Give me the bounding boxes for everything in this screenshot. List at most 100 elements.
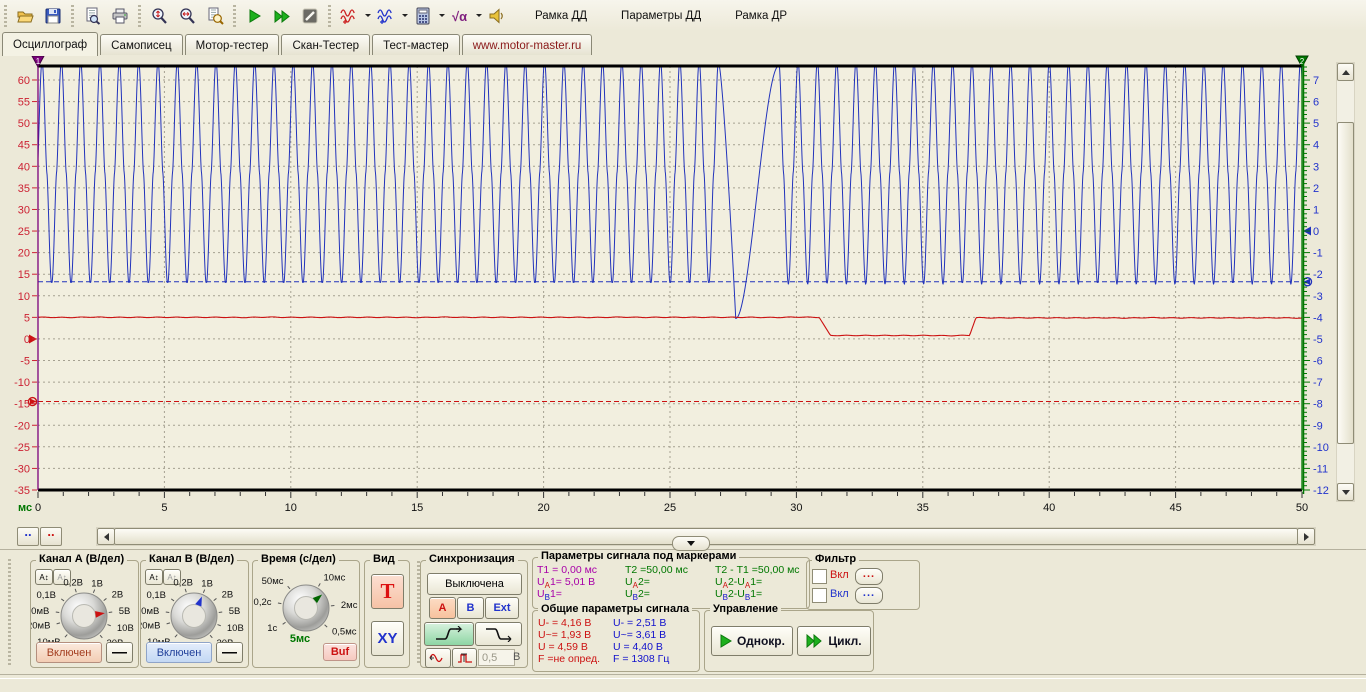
sync-source-b-button[interactable]: В — [457, 597, 484, 619]
tab-www.motor-master.ru[interactable]: www.motor-master.ru — [462, 34, 593, 55]
print-button[interactable] — [107, 3, 133, 29]
ellipsis-icon: ... — [863, 572, 875, 582]
sync-falling-edge-button[interactable] — [475, 622, 522, 646]
tab-мотор-тестер[interactable]: Мотор-тестер — [185, 34, 280, 55]
time-axis-tick-label: 40 — [1043, 502, 1055, 514]
right-axis-tick-label: 1 — [1313, 204, 1319, 216]
knob-scale-label: 0,1В — [146, 590, 166, 601]
cycle-run-button[interactable]: Цикл. — [797, 626, 871, 656]
view-t-button[interactable]: T — [371, 574, 404, 609]
ellipsis-icon: ... — [863, 591, 875, 601]
knob-scale-label: 10мс — [324, 573, 346, 584]
filter-b-checkbox[interactable] — [812, 588, 827, 603]
filter-title: Фильтр — [812, 553, 859, 565]
scroll-up-button[interactable] — [1337, 63, 1354, 81]
right-axis-tick-label: -4 — [1313, 312, 1323, 324]
wave-blue-button[interactable] — [373, 3, 399, 29]
right-axis-ruler: 76543210-1-2-3-4-5-6-7-8-9-10-11-12 — [1304, 62, 1329, 497]
left-axis-tick-label: -25 — [14, 442, 30, 454]
wave-red-dropdown[interactable] — [363, 4, 372, 28]
menu-item-3[interactable]: Рамка ДР — [725, 6, 797, 26]
vertical-scrollbar[interactable] — [1336, 62, 1355, 502]
channel-a-power-button[interactable]: Включен — [36, 642, 102, 663]
left-axis-tick-label: -20 — [14, 420, 30, 432]
play-button[interactable] — [241, 3, 267, 29]
sound-icon — [488, 7, 506, 25]
channel-a-minus-button[interactable]: — — [106, 642, 133, 663]
marker-button-red[interactable]: .. — [40, 527, 62, 546]
print-icon — [111, 7, 129, 25]
right-axis-tick-label: -3 — [1313, 291, 1323, 303]
print-preview-icon — [83, 7, 101, 25]
sync-wave-icon — [429, 652, 447, 664]
calculator-dropdown[interactable] — [437, 4, 446, 28]
view-xy-button[interactable]: XY — [371, 621, 404, 656]
general-param-value-b: U = 4,40 В — [613, 641, 663, 653]
toolbar-separator — [71, 5, 74, 27]
filter-a-checkbox[interactable] — [812, 569, 827, 584]
marker-params-group: Параметры сигнала под маркерами Т1 = 0,0… — [532, 557, 810, 609]
marker-param-value: Т2 - Т1 =50,00 мс — [715, 564, 800, 576]
channel-b-power-button[interactable]: Включен — [146, 642, 212, 663]
save-button[interactable] — [40, 3, 66, 29]
toolbar-grip[interactable] — [4, 5, 7, 27]
menu-item-1[interactable]: Рамка ДД — [525, 6, 597, 26]
zoom-vertical-button[interactable] — [146, 3, 172, 29]
tab-осциллограф[interactable]: Осциллограф — [2, 32, 98, 56]
oscilloscope-plot: 12605550454035302520151050-5-10-15-20-25… — [0, 55, 1366, 548]
vertical-scrollbar-thumb[interactable] — [1337, 122, 1354, 444]
play-icon — [719, 634, 732, 648]
knob-scale-label: 0,1В — [36, 590, 56, 601]
knob-scale-label: 10В — [227, 623, 244, 634]
right-axis-tick-label: 0 — [1313, 226, 1319, 238]
sync-level-input[interactable]: 0,5 — [478, 649, 515, 666]
scroll-right-button[interactable] — [1297, 528, 1315, 545]
sound-button[interactable] — [484, 3, 510, 29]
knob-scale-label: 2мс — [341, 600, 358, 611]
calculator-button[interactable] — [410, 3, 436, 29]
controls-grip[interactable] — [8, 559, 11, 667]
view-title: Вид — [370, 553, 398, 565]
dots-icon: .. — [24, 528, 31, 536]
sync-rising-edge-button[interactable] — [424, 622, 474, 646]
cycle-run-label: Цикл. — [828, 634, 861, 648]
zoom-page-button[interactable] — [202, 3, 228, 29]
sqrt-alpha-dropdown[interactable] — [474, 4, 483, 28]
menu-item-2[interactable]: Параметры ДД — [611, 6, 711, 26]
wave-red-button[interactable] — [336, 3, 362, 29]
tab-самописец[interactable]: Самописец — [100, 34, 183, 55]
open-button[interactable] — [12, 3, 38, 29]
sync-mode-pulse-button[interactable] — [452, 648, 477, 668]
knob-scale-label: 20мВ — [31, 621, 50, 632]
scroll-down-button[interactable] — [1337, 483, 1354, 501]
knob-scale-label: 50мс — [262, 576, 284, 587]
filter-b-settings-button[interactable]: ... — [855, 587, 883, 604]
play-all-button[interactable] — [269, 3, 295, 29]
scroll-left-button[interactable] — [97, 528, 115, 545]
filter-b-label: Вкл — [830, 588, 849, 600]
wave-blue-dropdown[interactable] — [400, 4, 409, 28]
right-axis-tick-label: -5 — [1313, 334, 1323, 346]
tab-скан-тестер[interactable]: Скан-Тестер — [281, 34, 370, 55]
filter-a-label: Вкл — [830, 569, 849, 581]
sync-mode-wave-button[interactable] — [425, 648, 451, 668]
print-preview-button[interactable] — [79, 3, 105, 29]
edit-button[interactable] — [297, 3, 323, 29]
knob-scale-label: 0,2В — [63, 579, 83, 589]
channel-b-minus-button[interactable]: — — [216, 642, 243, 663]
sync-off-button[interactable]: Выключена — [427, 573, 522, 595]
tab-тест-мастер[interactable]: Тест-мастер — [372, 34, 460, 55]
sqrt-alpha-button[interactable]: √α — [447, 3, 473, 29]
sync-source-ext-button[interactable]: Ext — [485, 597, 519, 619]
left-axis-tick-label: -15 — [14, 399, 30, 411]
zoom-horizontal-button[interactable] — [174, 3, 200, 29]
right-axis-tick-label: -11 — [1313, 463, 1328, 475]
filter-a-settings-button[interactable]: ... — [855, 568, 883, 585]
buffer-button[interactable]: Buf — [323, 643, 357, 661]
panel-collapse-button[interactable] — [672, 536, 710, 551]
single-run-button[interactable]: Однокр. — [711, 626, 793, 656]
marker-button-blue[interactable]: .. — [17, 527, 39, 546]
sync-source-a-button[interactable]: А — [429, 597, 456, 619]
left-axis-tick-label: 45 — [18, 140, 30, 152]
play-all-icon — [806, 634, 823, 648]
